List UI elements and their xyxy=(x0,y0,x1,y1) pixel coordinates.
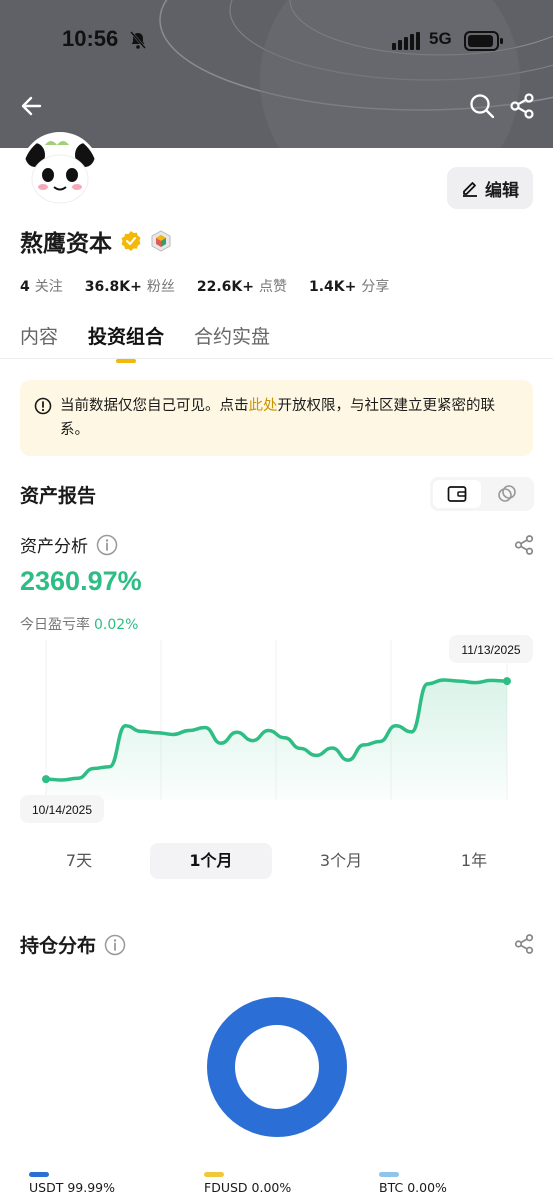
asset-analysis-header: 资产分析 xyxy=(20,532,118,557)
legend-name: FDUSD xyxy=(204,1180,248,1195)
stat-label: 粉丝 xyxy=(146,279,175,295)
legend-btc: BTC 0.00% xyxy=(379,1172,447,1195)
asset-analysis-title: 资产分析 xyxy=(20,537,88,557)
stat-label: 关注 xyxy=(34,279,63,295)
chart-endpoint xyxy=(42,775,50,784)
period-7d[interactable]: 7天 xyxy=(20,843,138,879)
pnl-view-button[interactable] xyxy=(483,480,531,508)
legend-name: BTC xyxy=(379,1180,404,1195)
profile-banner: 10:56 5G xyxy=(0,0,553,148)
signal-icon xyxy=(392,32,420,50)
bell-muted-icon xyxy=(130,31,146,49)
legend-usdt: USDT 99.99% xyxy=(29,1172,115,1195)
status-bar: 10:56 5G xyxy=(0,26,553,58)
total-return-value: 2360.97% xyxy=(20,566,142,596)
period-selector: 7天 1个月 3个月 1年 xyxy=(20,843,533,879)
avatar[interactable] xyxy=(20,132,100,212)
edit-profile-button[interactable]: 编辑 xyxy=(447,167,533,209)
period-3m[interactable]: 3个月 xyxy=(282,843,400,879)
period-1m[interactable]: 1个月 xyxy=(150,843,272,879)
legend-swatch xyxy=(29,1172,49,1177)
stat-followers[interactable]: 36.8K+ 粉丝 xyxy=(85,276,175,296)
holdings-donut-chart[interactable] xyxy=(206,996,348,1138)
tab-content[interactable]: 内容 xyxy=(20,322,58,363)
search-icon[interactable] xyxy=(468,92,496,120)
verified-badge-icon xyxy=(121,231,141,251)
tab-futures[interactable]: 合约实盘 xyxy=(194,322,270,363)
stat-label: 点赞 xyxy=(259,279,287,295)
legend-swatch xyxy=(379,1172,399,1177)
profile-tabs: 内容 投资组合 合约实盘 xyxy=(20,322,270,363)
network-type: 5G xyxy=(429,29,452,48)
asset-report-title: 资产报告 xyxy=(20,485,97,507)
panda-avatar-icon xyxy=(23,135,97,209)
profile-stats: 4 关注 36.8K+ 粉丝 22.6K+ 点赞 1.4K+ 分享 xyxy=(20,276,389,296)
tab-portfolio[interactable]: 投资组合 xyxy=(88,322,164,363)
legend-name: USDT xyxy=(29,1180,64,1195)
legend-swatch xyxy=(204,1172,224,1177)
legend-fdusd: FDUSD 0.00% xyxy=(204,1172,291,1195)
banner-decoration xyxy=(159,0,553,148)
info-icon[interactable] xyxy=(96,534,118,556)
profile-name-row: 熬鹰资本 xyxy=(20,224,172,258)
end-date-tooltip: 11/13/2025 xyxy=(449,635,533,663)
chart-endpoint xyxy=(503,677,511,686)
info-icon[interactable] xyxy=(104,934,126,956)
stat-following[interactable]: 4 关注 xyxy=(20,276,63,296)
share-icon[interactable] xyxy=(508,92,536,120)
stat-value: 36.8K+ xyxy=(84,279,142,295)
info-alert-icon xyxy=(34,397,52,415)
share-analysis-icon[interactable] xyxy=(513,534,535,556)
end-date-label: 11/13/2025 xyxy=(461,643,520,657)
level-badge-icon xyxy=(151,230,171,252)
coins-icon xyxy=(498,485,516,502)
tabs-divider xyxy=(0,358,553,359)
status-time: 10:56 xyxy=(62,26,119,51)
wallet-view-button[interactable] xyxy=(433,480,481,508)
wallet-icon xyxy=(447,486,467,502)
period-1y[interactable]: 1年 xyxy=(415,843,533,879)
battery-icon xyxy=(464,31,503,51)
start-date-label: 10/14/2025 xyxy=(32,803,92,817)
pencil-icon xyxy=(463,182,477,197)
legend-pct: 0.00% xyxy=(407,1180,447,1195)
edit-label: 编辑 xyxy=(485,180,519,201)
holdings-header: 持仓分布 xyxy=(20,931,126,958)
start-date-tooltip: 10/14/2025 xyxy=(20,795,104,823)
stat-likes[interactable]: 22.6K+ 点赞 xyxy=(197,276,287,296)
notice-link[interactable]: 此处 xyxy=(249,398,278,414)
notice-text: 当前数据仅您自己可见。点击 xyxy=(60,398,249,414)
stat-shares[interactable]: 1.4K+ 分享 xyxy=(309,276,389,296)
stat-value: 4 xyxy=(20,279,30,295)
stat-label: 分享 xyxy=(361,279,390,295)
view-toggle xyxy=(430,477,534,511)
holdings-title: 持仓分布 xyxy=(20,935,97,957)
legend-pct: 0.00% xyxy=(251,1180,292,1195)
asset-line-chart[interactable]: 11/13/2025 10/14/2025 xyxy=(0,630,553,830)
stat-value: 1.4K+ xyxy=(309,279,357,295)
back-arrow-icon[interactable] xyxy=(18,92,46,120)
donut-slice-usdt xyxy=(207,997,347,1137)
stat-value: 22.6K+ xyxy=(196,279,254,295)
profile-name: 熬鹰资本 xyxy=(20,231,112,257)
share-holdings-icon[interactable] xyxy=(513,933,535,955)
privacy-notice: 当前数据仅您自己可见。点击此处开放权限，与社区建立更紧密的联系。 xyxy=(20,380,533,456)
legend-pct: 99.99% xyxy=(67,1180,116,1195)
